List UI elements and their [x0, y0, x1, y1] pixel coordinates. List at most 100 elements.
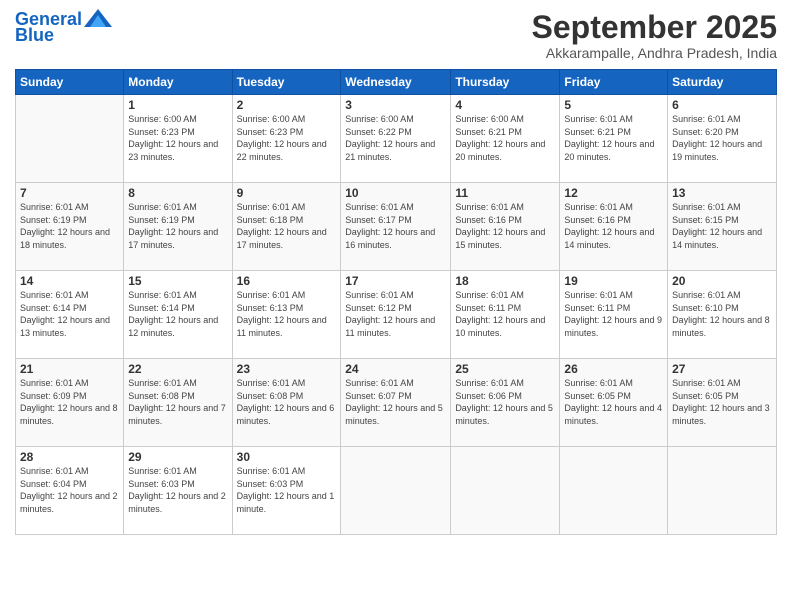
day-number: 12	[564, 186, 663, 200]
col-saturday: Saturday	[668, 70, 777, 95]
logo: General Blue	[15, 10, 112, 46]
table-row: 22Sunrise: 6:01 AM Sunset: 6:08 PM Dayli…	[124, 359, 232, 447]
calendar-header-row: Sunday Monday Tuesday Wednesday Thursday…	[16, 70, 777, 95]
day-info: Sunrise: 6:01 AM Sunset: 6:15 PM Dayligh…	[672, 201, 772, 251]
day-number: 29	[128, 450, 227, 464]
day-info: Sunrise: 6:01 AM Sunset: 6:03 PM Dayligh…	[128, 465, 227, 515]
col-monday: Monday	[124, 70, 232, 95]
day-info: Sunrise: 6:01 AM Sunset: 6:17 PM Dayligh…	[345, 201, 446, 251]
calendar-week-5: 28Sunrise: 6:01 AM Sunset: 6:04 PM Dayli…	[16, 447, 777, 535]
table-row: 15Sunrise: 6:01 AM Sunset: 6:14 PM Dayli…	[124, 271, 232, 359]
day-info: Sunrise: 6:01 AM Sunset: 6:08 PM Dayligh…	[128, 377, 227, 427]
day-number: 30	[237, 450, 337, 464]
day-number: 1	[128, 98, 227, 112]
day-number: 19	[564, 274, 663, 288]
col-wednesday: Wednesday	[341, 70, 451, 95]
table-row: 16Sunrise: 6:01 AM Sunset: 6:13 PM Dayli…	[232, 271, 341, 359]
day-number: 23	[237, 362, 337, 376]
day-number: 5	[564, 98, 663, 112]
day-info: Sunrise: 6:01 AM Sunset: 6:03 PM Dayligh…	[237, 465, 337, 515]
table-row: 27Sunrise: 6:01 AM Sunset: 6:05 PM Dayli…	[668, 359, 777, 447]
table-row: 11Sunrise: 6:01 AM Sunset: 6:16 PM Dayli…	[451, 183, 560, 271]
day-info: Sunrise: 6:01 AM Sunset: 6:11 PM Dayligh…	[564, 289, 663, 339]
day-info: Sunrise: 6:01 AM Sunset: 6:05 PM Dayligh…	[564, 377, 663, 427]
day-info: Sunrise: 6:01 AM Sunset: 6:07 PM Dayligh…	[345, 377, 446, 427]
day-info: Sunrise: 6:00 AM Sunset: 6:22 PM Dayligh…	[345, 113, 446, 163]
calendar-week-2: 7Sunrise: 6:01 AM Sunset: 6:19 PM Daylig…	[16, 183, 777, 271]
table-row: 18Sunrise: 6:01 AM Sunset: 6:11 PM Dayli…	[451, 271, 560, 359]
logo-blue: Blue	[15, 26, 54, 46]
day-info: Sunrise: 6:01 AM Sunset: 6:04 PM Dayligh…	[20, 465, 119, 515]
table-row: 26Sunrise: 6:01 AM Sunset: 6:05 PM Dayli…	[560, 359, 668, 447]
day-number: 17	[345, 274, 446, 288]
day-number: 4	[455, 98, 555, 112]
day-info: Sunrise: 6:01 AM Sunset: 6:08 PM Dayligh…	[237, 377, 337, 427]
table-row: 13Sunrise: 6:01 AM Sunset: 6:15 PM Dayli…	[668, 183, 777, 271]
table-row: 21Sunrise: 6:01 AM Sunset: 6:09 PM Dayli…	[16, 359, 124, 447]
day-info: Sunrise: 6:01 AM Sunset: 6:10 PM Dayligh…	[672, 289, 772, 339]
table-row: 8Sunrise: 6:01 AM Sunset: 6:19 PM Daylig…	[124, 183, 232, 271]
day-info: Sunrise: 6:01 AM Sunset: 6:13 PM Dayligh…	[237, 289, 337, 339]
day-info: Sunrise: 6:01 AM Sunset: 6:16 PM Dayligh…	[455, 201, 555, 251]
header: General Blue September 2025 Akkarampalle…	[15, 10, 777, 61]
day-number: 11	[455, 186, 555, 200]
table-row: 20Sunrise: 6:01 AM Sunset: 6:10 PM Dayli…	[668, 271, 777, 359]
calendar-week-1: 1Sunrise: 6:00 AM Sunset: 6:23 PM Daylig…	[16, 95, 777, 183]
table-row: 2Sunrise: 6:00 AM Sunset: 6:23 PM Daylig…	[232, 95, 341, 183]
day-info: Sunrise: 6:01 AM Sunset: 6:21 PM Dayligh…	[564, 113, 663, 163]
table-row: 12Sunrise: 6:01 AM Sunset: 6:16 PM Dayli…	[560, 183, 668, 271]
table-row: 4Sunrise: 6:00 AM Sunset: 6:21 PM Daylig…	[451, 95, 560, 183]
day-info: Sunrise: 6:01 AM Sunset: 6:16 PM Dayligh…	[564, 201, 663, 251]
calendar-week-3: 14Sunrise: 6:01 AM Sunset: 6:14 PM Dayli…	[16, 271, 777, 359]
day-info: Sunrise: 6:01 AM Sunset: 6:19 PM Dayligh…	[20, 201, 119, 251]
col-tuesday: Tuesday	[232, 70, 341, 95]
table-row: 7Sunrise: 6:01 AM Sunset: 6:19 PM Daylig…	[16, 183, 124, 271]
day-info: Sunrise: 6:00 AM Sunset: 6:23 PM Dayligh…	[128, 113, 227, 163]
day-info: Sunrise: 6:01 AM Sunset: 6:20 PM Dayligh…	[672, 113, 772, 163]
col-thursday: Thursday	[451, 70, 560, 95]
day-info: Sunrise: 6:01 AM Sunset: 6:14 PM Dayligh…	[20, 289, 119, 339]
day-info: Sunrise: 6:01 AM Sunset: 6:12 PM Dayligh…	[345, 289, 446, 339]
table-row: 29Sunrise: 6:01 AM Sunset: 6:03 PM Dayli…	[124, 447, 232, 535]
day-number: 9	[237, 186, 337, 200]
day-number: 21	[20, 362, 119, 376]
day-number: 28	[20, 450, 119, 464]
table-row: 23Sunrise: 6:01 AM Sunset: 6:08 PM Dayli…	[232, 359, 341, 447]
location: Akkarampalle, Andhra Pradesh, India	[532, 45, 777, 61]
day-number: 18	[455, 274, 555, 288]
col-sunday: Sunday	[16, 70, 124, 95]
day-info: Sunrise: 6:01 AM Sunset: 6:09 PM Dayligh…	[20, 377, 119, 427]
day-number: 27	[672, 362, 772, 376]
page: General Blue September 2025 Akkarampalle…	[0, 0, 792, 612]
logo-icon	[84, 9, 112, 27]
day-number: 25	[455, 362, 555, 376]
table-row	[341, 447, 451, 535]
table-row	[560, 447, 668, 535]
table-row: 6Sunrise: 6:01 AM Sunset: 6:20 PM Daylig…	[668, 95, 777, 183]
table-row: 10Sunrise: 6:01 AM Sunset: 6:17 PM Dayli…	[341, 183, 451, 271]
day-number: 14	[20, 274, 119, 288]
table-row: 3Sunrise: 6:00 AM Sunset: 6:22 PM Daylig…	[341, 95, 451, 183]
day-number: 6	[672, 98, 772, 112]
col-friday: Friday	[560, 70, 668, 95]
logo-blue-text: Blue	[15, 25, 54, 45]
day-number: 7	[20, 186, 119, 200]
day-number: 10	[345, 186, 446, 200]
table-row	[451, 447, 560, 535]
table-row: 30Sunrise: 6:01 AM Sunset: 6:03 PM Dayli…	[232, 447, 341, 535]
table-row: 17Sunrise: 6:01 AM Sunset: 6:12 PM Dayli…	[341, 271, 451, 359]
day-number: 15	[128, 274, 227, 288]
table-row: 14Sunrise: 6:01 AM Sunset: 6:14 PM Dayli…	[16, 271, 124, 359]
table-row: 5Sunrise: 6:01 AM Sunset: 6:21 PM Daylig…	[560, 95, 668, 183]
table-row: 25Sunrise: 6:01 AM Sunset: 6:06 PM Dayli…	[451, 359, 560, 447]
day-info: Sunrise: 6:01 AM Sunset: 6:18 PM Dayligh…	[237, 201, 337, 251]
day-number: 22	[128, 362, 227, 376]
table-row: 19Sunrise: 6:01 AM Sunset: 6:11 PM Dayli…	[560, 271, 668, 359]
day-info: Sunrise: 6:01 AM Sunset: 6:05 PM Dayligh…	[672, 377, 772, 427]
day-info: Sunrise: 6:01 AM Sunset: 6:06 PM Dayligh…	[455, 377, 555, 427]
table-row: 1Sunrise: 6:00 AM Sunset: 6:23 PM Daylig…	[124, 95, 232, 183]
day-info: Sunrise: 6:01 AM Sunset: 6:14 PM Dayligh…	[128, 289, 227, 339]
table-row: 9Sunrise: 6:01 AM Sunset: 6:18 PM Daylig…	[232, 183, 341, 271]
day-number: 26	[564, 362, 663, 376]
day-number: 2	[237, 98, 337, 112]
